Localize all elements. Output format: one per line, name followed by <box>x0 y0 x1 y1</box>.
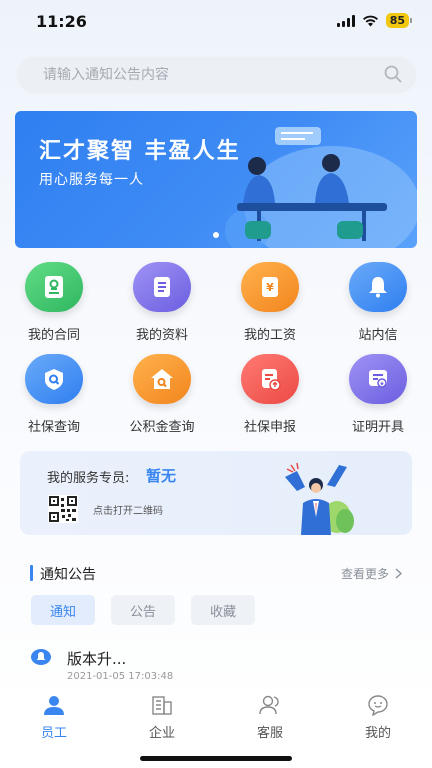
nav-label: 员工 <box>40 726 67 741</box>
banner-page-indicator[interactable] <box>213 232 219 238</box>
tab-favorites[interactable]: 收藏 <box>191 595 255 625</box>
banner-title: 汇才聚智 丰盈人生 <box>39 139 241 164</box>
nav-label: 客服 <box>256 726 283 741</box>
battery-level: 85 <box>385 13 409 28</box>
menu-label: 社保查询 <box>27 420 80 435</box>
qr-code-icon[interactable] <box>48 495 78 523</box>
social-security-declare-icon <box>241 354 299 404</box>
menu-label: 社保申报 <box>243 420 296 435</box>
nav-label: 我的 <box>364 726 391 741</box>
service-specialist-label: 我的服务专员: <box>47 471 130 486</box>
menu-social-security-search[interactable]: 社保查询 <box>0 352 108 444</box>
profile-icon <box>368 695 388 716</box>
wifi-icon <box>362 15 378 27</box>
cellular-signal-icon <box>336 14 355 27</box>
section-accent-bar <box>30 565 33 581</box>
salary-icon: ¥ <box>241 262 299 312</box>
view-more-link[interactable]: 查看更多 <box>341 565 402 582</box>
search-input[interactable]: 请输入通知公告内容 <box>43 64 383 84</box>
meeting-illustration <box>225 127 417 248</box>
building-icon <box>152 696 172 715</box>
search-bar[interactable]: 请输入通知公告内容 <box>18 57 415 91</box>
status-bar: 11:26 85 <box>0 0 432 44</box>
notice-list-item[interactable]: 版本升... 2021-01-05 17:03:48 <box>31 646 411 686</box>
certificate-icon: ★ <box>349 354 407 404</box>
profile-doc-icon <box>133 262 191 312</box>
quick-menu-grid: 我的合同 我的资料 ¥ 我的工资 站内信 社保查询 公积金查询 社保申报 ★ 证… <box>0 260 432 444</box>
bell-icon <box>349 262 407 312</box>
notice-item-title: 版本升... <box>67 650 127 668</box>
notice-section-title: 通知公告 <box>40 567 96 583</box>
menu-label: 我的资料 <box>135 328 188 343</box>
notice-section-header: 通知公告 查看更多 <box>30 562 402 584</box>
menu-label: 我的合同 <box>27 328 80 343</box>
person-icon <box>44 696 64 715</box>
menu-label: 我的工资 <box>243 328 296 343</box>
tab-announcement[interactable]: 公告 <box>111 595 175 625</box>
service-specialist-card[interactable]: 我的服务专员: 暂无 点击打开二维码 <box>20 451 412 535</box>
search-icon[interactable] <box>383 64 403 84</box>
status-indicators: 85 <box>336 13 412 28</box>
menu-my-profile[interactable]: 我的资料 <box>108 260 216 352</box>
chevron-right-icon <box>395 568 402 579</box>
qr-code-hint[interactable]: 点击打开二维码 <box>93 502 163 517</box>
status-time: 11:26 <box>36 12 87 31</box>
nav-employee[interactable]: 员工 <box>0 688 108 768</box>
banner-subtitle: 用心服务每一人 <box>39 172 144 188</box>
svg-text:★: ★ <box>379 381 384 388</box>
notice-item-time: 2021-01-05 17:03:48 <box>67 671 174 682</box>
menu-housing-fund-search[interactable]: 公积金查询 <box>108 352 216 444</box>
menu-label: 证明开具 <box>351 420 404 435</box>
home-indicator[interactable] <box>140 756 292 761</box>
housing-fund-search-icon <box>133 354 191 404</box>
social-security-search-icon <box>25 354 83 404</box>
menu-my-contract[interactable]: 我的合同 <box>0 260 108 352</box>
celebrating-person-illustration <box>285 462 354 535</box>
nav-label: 企业 <box>148 726 175 741</box>
menu-my-salary[interactable]: ¥ 我的工资 <box>216 260 324 352</box>
menu-label: 公积金查询 <box>129 420 195 435</box>
tab-notice[interactable]: 通知 <box>31 595 95 625</box>
view-more-label: 查看更多 <box>340 567 389 581</box>
menu-social-security-declare[interactable]: 社保申报 <box>216 352 324 444</box>
service-specialist-value: 暂无 <box>146 467 177 485</box>
notice-bell-icon <box>31 649 51 665</box>
battery-tip <box>410 18 412 23</box>
promo-banner[interactable]: 汇才聚智 丰盈人生 用心服务每一人 <box>15 111 417 248</box>
contract-icon <box>25 262 83 312</box>
customer-service-icon <box>259 695 279 715</box>
nav-mine[interactable]: 我的 <box>324 688 432 768</box>
menu-label: 站内信 <box>358 328 398 343</box>
menu-inbox[interactable]: 站内信 <box>324 260 432 352</box>
notice-tabs: 通知 公告 收藏 <box>31 595 255 625</box>
svg-text:¥: ¥ <box>266 281 274 294</box>
menu-certificate[interactable]: ★ 证明开具 <box>324 352 432 444</box>
